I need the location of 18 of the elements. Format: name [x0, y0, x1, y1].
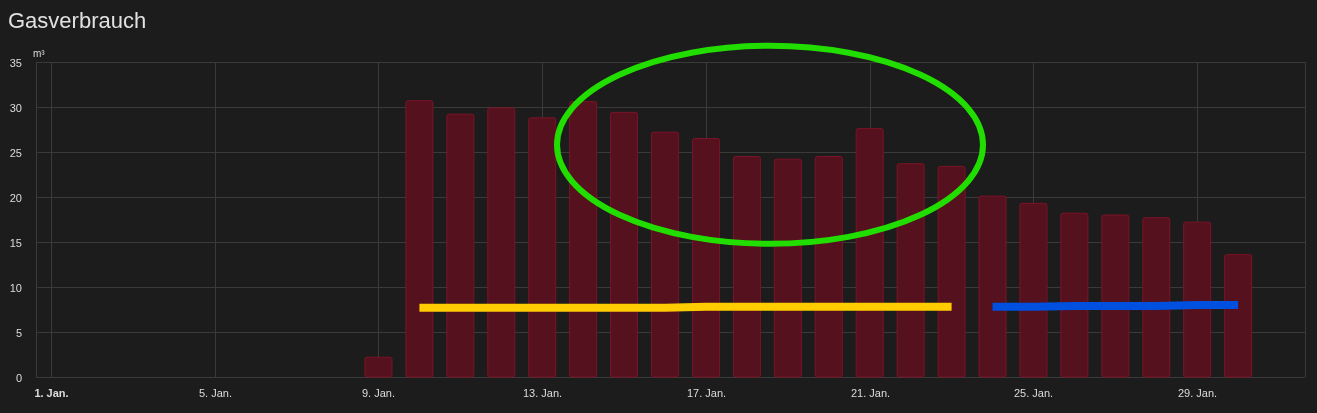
y-tick-label: 5 [15, 326, 22, 339]
y-tick-label: 25 [9, 146, 22, 159]
x-tick-label: 1. Jan. [34, 387, 69, 399]
y-tick-label: 30 [9, 101, 22, 114]
axis-unit: m³ [33, 48, 45, 59]
x-tick-label: 17. Jan. [686, 387, 727, 399]
y-tick-label: 20 [9, 191, 22, 204]
x-tick-label: 9. Jan. [362, 387, 395, 399]
x-tick-label: 5. Jan. [199, 387, 232, 399]
y-tick-label: 35 [9, 56, 22, 69]
y-tick-label: 0 [15, 371, 22, 384]
x-tick-label: 21. Jan. [850, 387, 891, 399]
x-tick-label: 29. Jan. [1177, 387, 1218, 399]
y-tick-label: 15 [9, 236, 22, 249]
card-title: Gasverbrauch [8, 8, 147, 34]
y-tick-label: 10 [9, 281, 22, 294]
x-tick-label: 25. Jan. [1013, 387, 1054, 399]
x-tick-label: 13. Jan. [522, 387, 563, 399]
